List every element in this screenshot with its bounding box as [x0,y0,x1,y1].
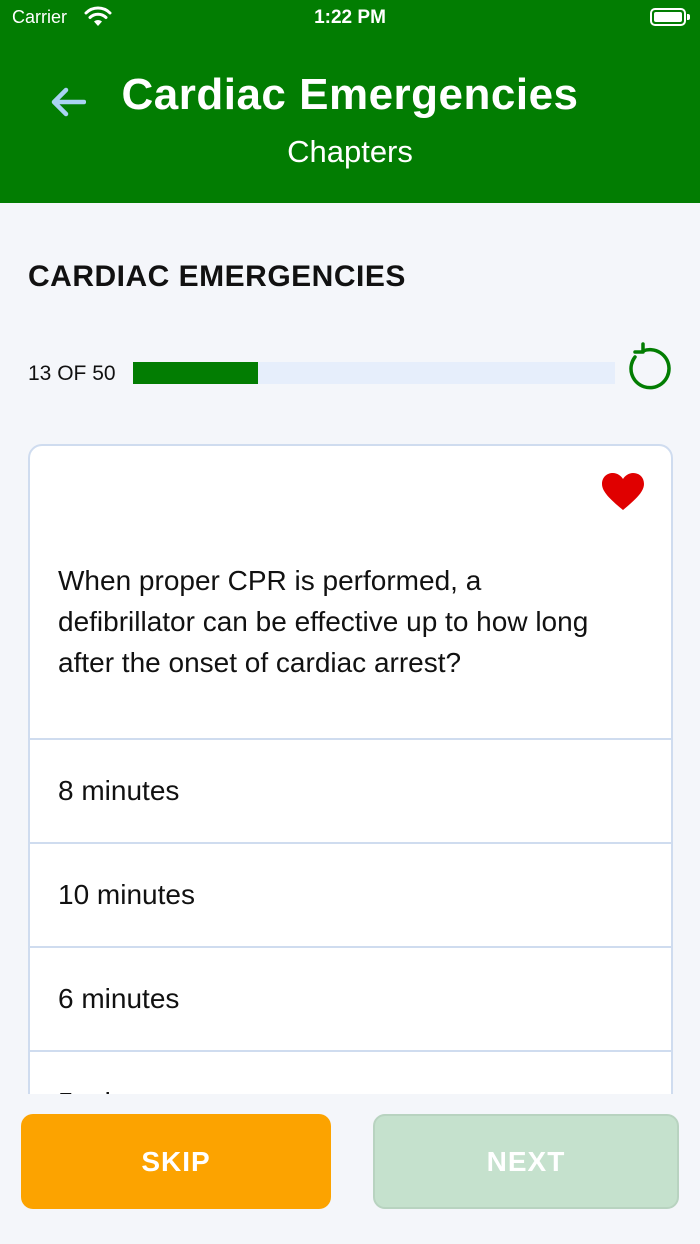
restart-icon[interactable] [624,342,674,392]
progress-fill [133,362,259,384]
progress-label: 13 OF 50 [28,362,116,385]
header: Carrier 1:22 PM Cardiac Emergencies Chap… [0,0,700,203]
status-bar: Carrier 1:22 PM [0,0,700,36]
status-time: 1:22 PM [314,7,386,28]
progress-bar [133,362,615,384]
answer-list: 8 minutes 10 minutes 6 minutes 5 minutes [30,738,671,1142]
answer-option[interactable]: 10 minutes [30,842,671,946]
question-text: When proper CPR is performed, a defibril… [58,565,589,678]
page-subtitle: Chapters [287,134,413,169]
skip-button[interactable]: SKIP [21,1114,331,1209]
page-title: Cardiac Emergencies [121,70,579,119]
next-button[interactable]: NEXT [373,1114,679,1209]
answer-option[interactable]: 6 minutes [30,946,671,1050]
heart-icon[interactable] [601,472,645,512]
section-title: CARDIAC EMERGENCIES [28,260,406,293]
quiz-screen: Carrier 1:22 PM Cardiac Emergencies Chap… [0,0,700,1244]
battery-icon [650,8,690,26]
answer-option[interactable]: 8 minutes [30,738,671,842]
bottom-action-bar: SKIP NEXT [0,1094,700,1244]
question-card: When proper CPR is performed, a defibril… [28,444,673,1144]
